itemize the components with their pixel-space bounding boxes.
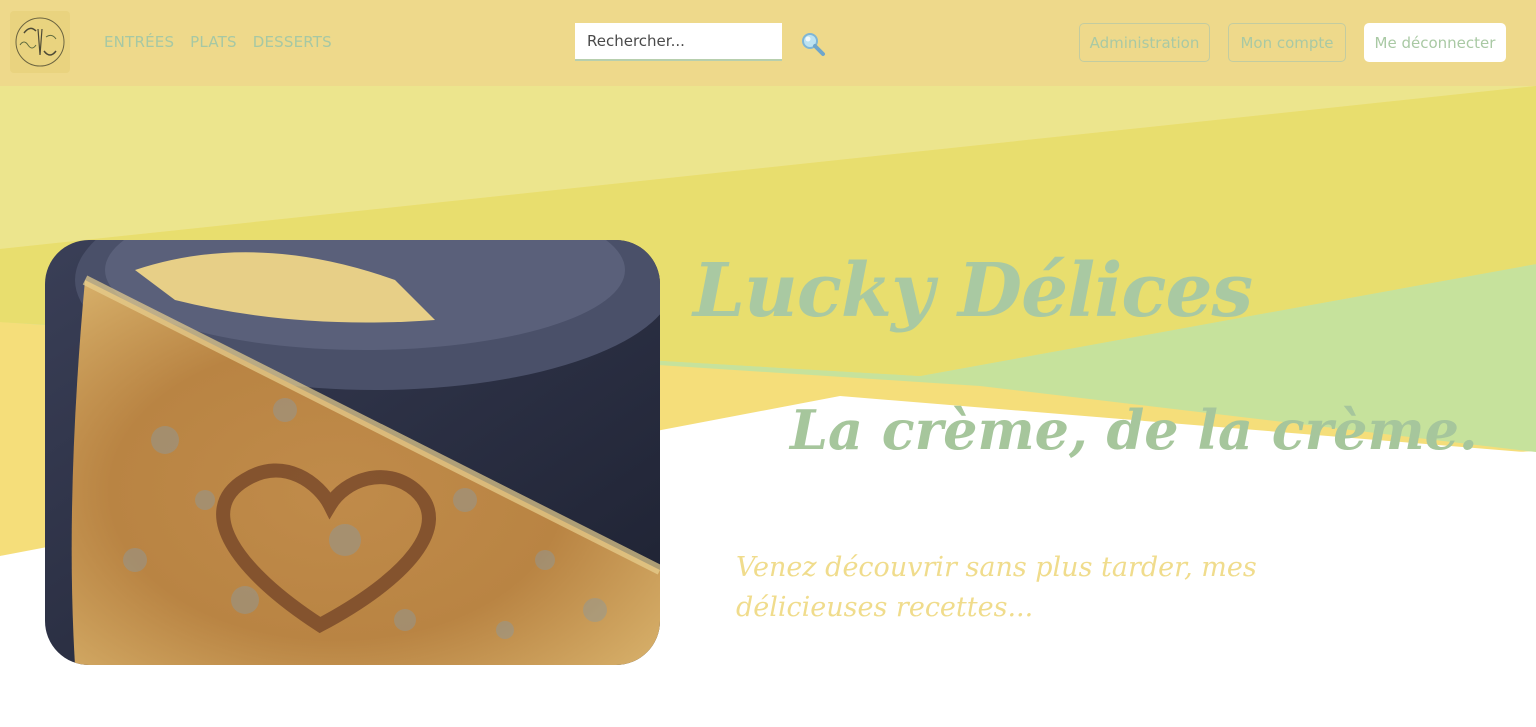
search-button[interactable] xyxy=(798,29,828,59)
nav-link-plats[interactable]: PLATS xyxy=(190,33,237,51)
account-button[interactable]: Mon compte xyxy=(1228,23,1346,62)
nav-link-desserts[interactable]: DESSERTS xyxy=(253,33,332,51)
main-nav: ENTRÉES PLATS DESSERTS xyxy=(104,33,332,51)
admin-button[interactable]: Administration xyxy=(1079,23,1210,62)
search-input[interactable] xyxy=(575,23,782,61)
navbar: ENTRÉES PLATS DESSERTS Administration Mo… xyxy=(0,0,1536,86)
hero-tagline: La crème, de la crème. xyxy=(790,398,1478,462)
logo-icon[interactable] xyxy=(10,11,70,73)
logout-button[interactable]: Me déconnecter xyxy=(1364,23,1506,62)
search-icon xyxy=(802,33,825,56)
hero-title: Lucky Délices xyxy=(693,248,1253,334)
nav-link-entrees[interactable]: ENTRÉES xyxy=(104,33,174,51)
hero-intro-text: Venez découvrir sans plus tarder, mes dé… xyxy=(736,552,1257,623)
hero-crepe-image xyxy=(45,240,660,665)
